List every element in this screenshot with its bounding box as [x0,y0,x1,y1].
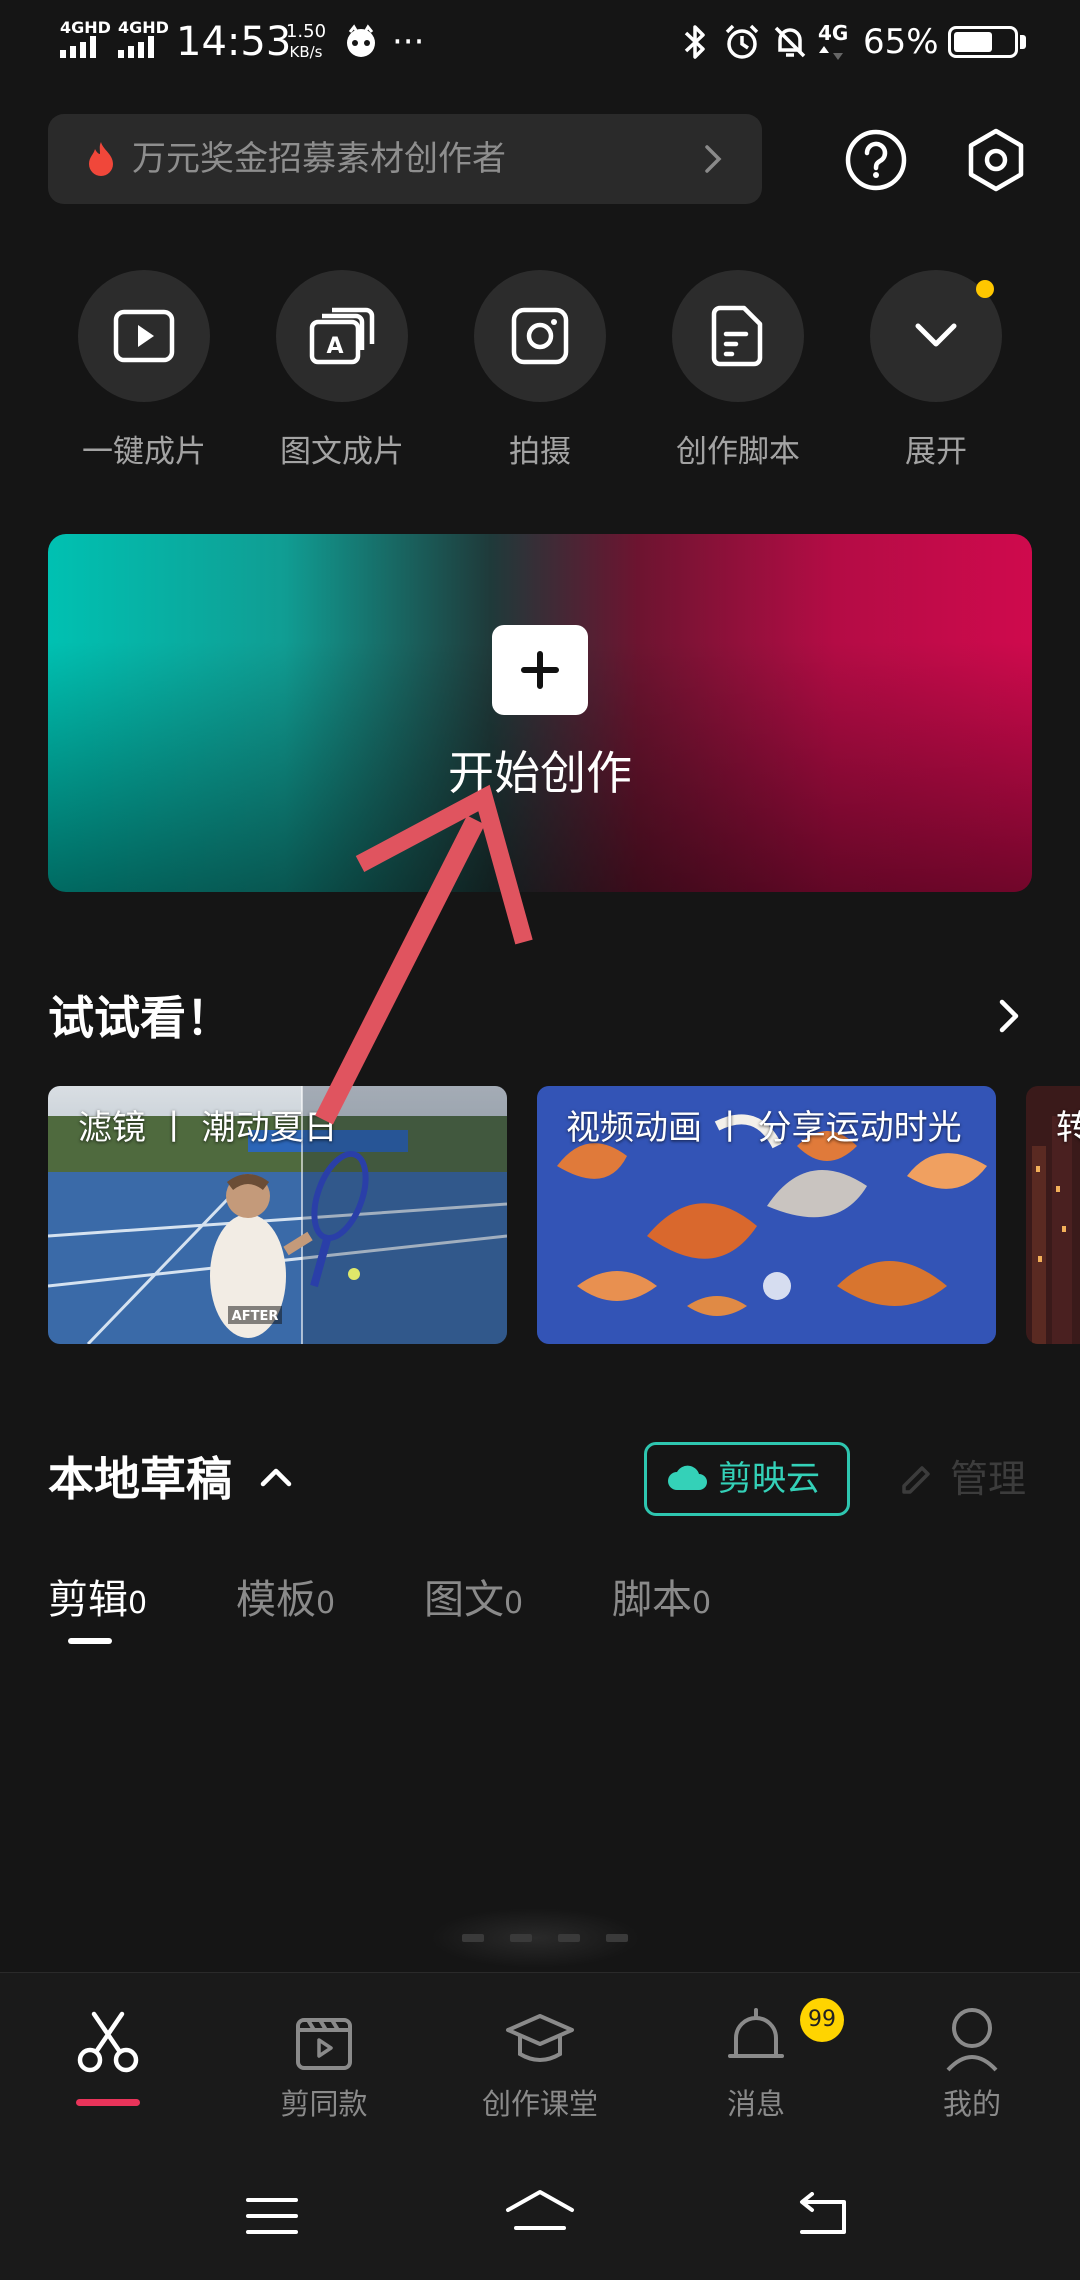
status-bar: 4GHD 4GHD 14:53 1.50 KB/s ··· 4G 65% [0,0,1080,84]
draft-tab-label: 模板 [236,1577,316,1623]
new-feature-dot [976,280,994,298]
nav-edit[interactable] [0,1990,216,2130]
chevron-down-icon [915,323,957,347]
draft-tab-count: 0 [128,1586,148,1621]
nav-active-indicator [76,2099,140,2106]
battery-percent: 65% [863,22,939,62]
quick-action-script[interactable] [672,270,804,402]
draft-tab-script[interactable]: 脚本0 [612,1572,711,1632]
more-notifications-icon: ··· [392,22,425,62]
scissors-icon [77,2011,139,2073]
draft-tab-count: 0 [316,1586,336,1621]
settings-icon[interactable] [962,126,1030,194]
network-type-3: 4G [818,21,849,45]
chevron-right-icon [705,145,722,173]
message-count-badge: 99 [800,1998,844,2042]
person-icon [946,2008,998,2072]
draft-tab-image-text[interactable]: 图文0 [424,1572,523,1632]
help-icon[interactable] [844,128,908,192]
nav-label: 我的 [942,2087,1001,2121]
draft-tab-label: 脚本 [612,1577,692,1623]
quick-action-camera[interactable] [474,270,606,402]
quick-action-text-to-video[interactable]: A [276,270,408,402]
network-speed-value: 1.50 [285,21,327,42]
local-drafts-title: 本地草稿 [48,1452,232,1506]
text-to-video-icon: A [309,307,375,365]
quick-action-label: 展开 [905,434,967,470]
template-video-icon [296,2018,352,2070]
nav-label: 创作课堂 [481,2087,598,2121]
quick-action-label: 一键成片 [82,434,206,470]
edit-icon [902,1466,930,1494]
nav-label: 剪同款 [280,2087,368,2121]
network-speed-unit: KB/s [289,43,323,61]
script-document-icon [711,305,763,367]
chevron-up-icon[interactable] [258,1462,294,1492]
bell-icon [728,2008,784,2058]
signal-icon [118,36,154,58]
draft-tab-count: 0 [504,1586,524,1621]
chevron-right-icon[interactable] [994,996,1024,1036]
active-tab-indicator [68,1638,112,1644]
app-notification-icon [347,24,375,57]
svg-text:A: A [326,334,343,359]
battery-level [954,32,992,52]
try-section-title: 试试看！ [48,991,232,1045]
template-card-title: 滤镜 丨 潮动夏日 [78,1108,338,1148]
network-type-2: 4GHD [118,18,169,37]
draft-tab-count: 0 [692,1586,712,1621]
menu-icon[interactable] [244,2194,300,2238]
mute-notification-icon [774,26,806,58]
alarm-icon [725,24,759,59]
cloud-label: 剪映云 [718,1459,820,1499]
data-activity-icon [819,46,843,60]
draft-tab-template[interactable]: 模板0 [236,1572,335,1632]
draft-tab-edit[interactable]: 剪辑0 [48,1572,147,1632]
nav-label: 消息 [726,2087,785,2121]
quick-action-label: 拍摄 [509,434,571,470]
play-video-icon [113,309,175,363]
camera-icon [511,307,569,365]
home-icon[interactable] [504,2188,576,2240]
template-card-title: 视频动画 丨 分享运动时光 [566,1108,962,1148]
new-project-button[interactable] [492,625,588,715]
cloud-icon [668,1465,707,1490]
plus-icon [521,651,559,689]
template-card-title: 转 [1056,1108,1080,1148]
signal-icon [60,36,96,58]
battery-icon [948,26,1018,58]
loading-indicator [430,1908,640,1968]
graduation-cap-icon [506,2014,574,2062]
manage-button[interactable]: 管理 [950,1456,1026,1502]
network-type-1: 4GHD [60,18,111,37]
draft-tab-label: 剪辑 [48,1577,128,1623]
back-icon[interactable] [796,2192,852,2240]
quick-action-label: 图文成片 [280,434,404,470]
quick-action-one-click-video[interactable] [78,270,210,402]
after-tag: AFTER [232,1309,279,1324]
flame-icon [89,142,113,176]
draft-tab-label: 图文 [424,1577,504,1623]
battery-tip [1020,35,1026,49]
network-speed: 1.50 KB/s [284,22,328,62]
quick-action-label: 创作脚本 [676,434,800,470]
clock: 14:53 [176,19,292,65]
promo-text: 万元奖金招募素材创作者 [132,139,506,179]
bluetooth-icon [684,25,705,59]
red-arrow-annotation [315,784,533,1125]
